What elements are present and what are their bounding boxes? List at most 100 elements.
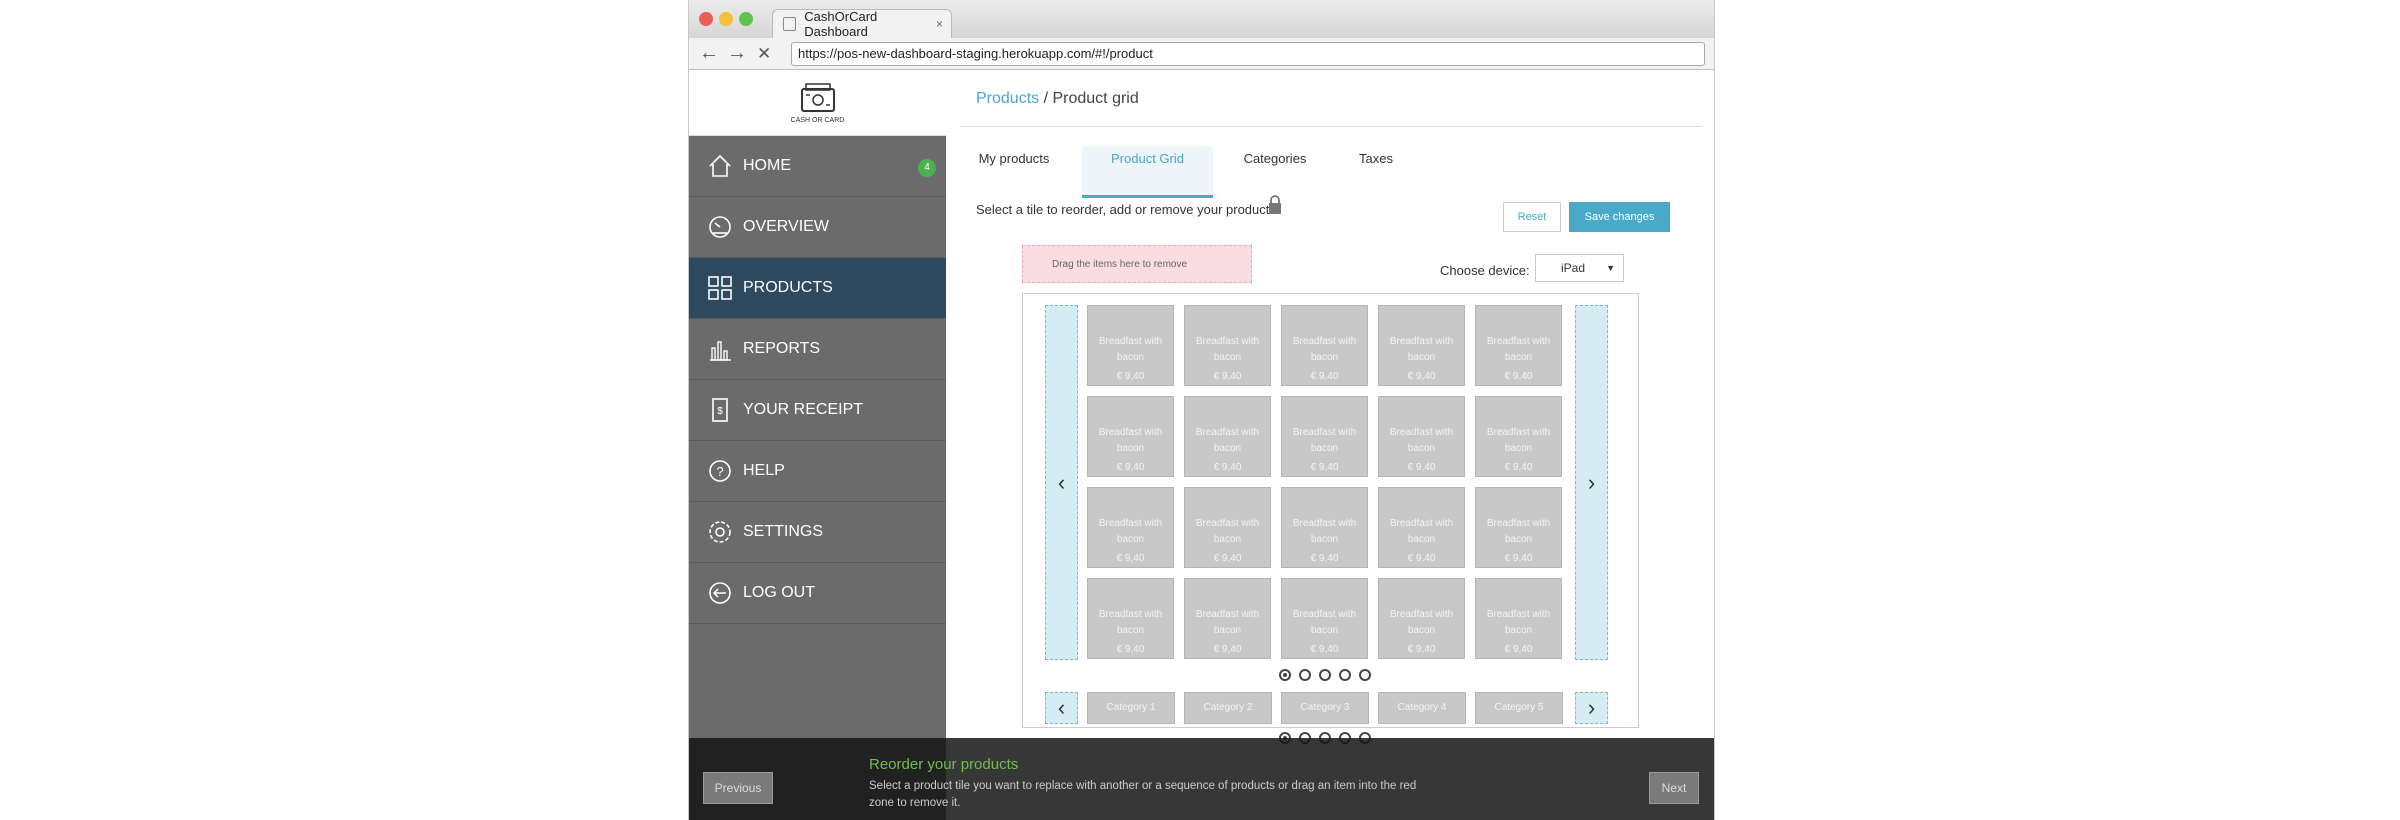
- address-bar-area: ← → ✕ https://pos-new-dashboard-staging.…: [689, 38, 1714, 70]
- close-window-button[interactable]: [699, 12, 713, 26]
- product-tile[interactable]: Breadfast with bacon € 9,40: [1184, 487, 1271, 568]
- product-tile-price: € 9,40: [1310, 644, 1339, 655]
- product-tile-price: € 9,40: [1407, 644, 1436, 655]
- product-tile[interactable]: Breadfast with bacon € 9,40: [1087, 487, 1174, 568]
- reset-button[interactable]: Reset: [1503, 202, 1561, 232]
- minimize-window-button[interactable]: [719, 12, 733, 26]
- tab-my-products[interactable]: My products: [960, 146, 1068, 198]
- product-tile-price: € 9,40: [1213, 644, 1242, 655]
- sidebar-item-label: SETTINGS: [743, 523, 824, 540]
- remove-drop-zone[interactable]: Drag the items here to remove: [1022, 245, 1252, 283]
- home-icon: [707, 153, 733, 179]
- product-tile-name: Breadfast with bacon: [1098, 336, 1163, 363]
- chevron-down-icon: ▼: [1606, 263, 1615, 273]
- product-tile[interactable]: Breadfast with bacon € 9,40: [1475, 305, 1562, 386]
- category-next-button[interactable]: ›: [1575, 692, 1608, 724]
- breadcrumb: Products / Product grid: [976, 90, 1139, 108]
- product-tile[interactable]: Breadfast with bacon € 9,40: [1378, 578, 1465, 659]
- back-arrow-icon[interactable]: ←: [699, 42, 719, 65]
- product-tile[interactable]: Breadfast with bacon € 9,40: [1378, 396, 1465, 477]
- category-tile[interactable]: Category 5: [1475, 692, 1563, 724]
- sidebar-item-label: HOME: [743, 157, 791, 174]
- tab-close-icon[interactable]: ×: [936, 17, 943, 31]
- sidebar-item-your-receipt[interactable]: $ YOUR RECEIPT: [689, 380, 946, 441]
- product-tile-price: € 9,40: [1504, 553, 1533, 564]
- sidebar-item-label: HELP: [743, 462, 785, 479]
- product-tile-name: Breadfast with bacon: [1486, 518, 1551, 545]
- product-tile-name: Breadfast with bacon: [1389, 336, 1454, 363]
- product-tile-price: € 9,40: [1407, 553, 1436, 564]
- product-tile[interactable]: Breadfast with bacon € 9,40: [1281, 487, 1368, 568]
- product-tile-name: Breadfast with bacon: [1195, 427, 1260, 454]
- grid-icon: [707, 275, 733, 301]
- save-changes-button[interactable]: Save changes: [1569, 202, 1670, 232]
- tab-taxes[interactable]: Taxes: [1336, 146, 1416, 198]
- tab-product-grid[interactable]: Product Grid: [1082, 146, 1213, 198]
- pagination-dot[interactable]: [1279, 669, 1291, 681]
- pagination-dot[interactable]: [1299, 669, 1311, 681]
- sidebar-item-home[interactable]: HOME 4: [689, 136, 946, 197]
- product-tile-price: € 9,40: [1213, 553, 1242, 564]
- product-tile-name: Breadfast with bacon: [1195, 336, 1260, 363]
- product-tile[interactable]: Breadfast with bacon € 9,40: [1475, 487, 1562, 568]
- sidebar-item-help[interactable]: ? HELP: [689, 441, 946, 502]
- category-tile[interactable]: Category 4: [1378, 692, 1466, 724]
- product-tile-name: Breadfast with bacon: [1292, 336, 1357, 363]
- product-tile[interactable]: Breadfast with bacon € 9,40: [1281, 305, 1368, 386]
- product-tile[interactable]: Breadfast with bacon € 9,40: [1475, 396, 1562, 477]
- product-tile-name: Breadfast with bacon: [1389, 518, 1454, 545]
- breadcrumb-products-link[interactable]: Products: [976, 90, 1039, 107]
- product-tile-price: € 9,40: [1504, 371, 1533, 382]
- browser-tab[interactable]: CashOrCard Dashboard ×: [772, 9, 952, 39]
- sidebar-item-settings[interactable]: SETTINGS: [689, 502, 946, 563]
- previous-page-drop-zone[interactable]: ‹: [1045, 305, 1078, 660]
- lock-icon[interactable]: [1267, 194, 1283, 221]
- product-tile[interactable]: Breadfast with bacon € 9,40: [1184, 305, 1271, 386]
- category-tile[interactable]: Category 3: [1281, 692, 1369, 724]
- device-select[interactable]: iPad ▼: [1535, 254, 1624, 282]
- tutorial-previous-button[interactable]: Previous: [703, 772, 773, 804]
- zoom-window-button[interactable]: [739, 12, 753, 26]
- product-tile[interactable]: Breadfast with bacon € 9,40: [1281, 578, 1368, 659]
- help-icon: ?: [707, 458, 733, 484]
- category-tile[interactable]: Category 2: [1184, 692, 1272, 724]
- sidebar-item-label: OVERVIEW: [743, 218, 829, 235]
- product-tile-price: € 9,40: [1116, 462, 1145, 473]
- page-icon: [783, 17, 797, 31]
- pagination-dot[interactable]: [1319, 669, 1331, 681]
- sidebar-item-products[interactable]: PRODUCTS: [689, 258, 946, 319]
- product-tile-price: € 9,40: [1407, 462, 1436, 473]
- pagination-dot[interactable]: [1339, 669, 1351, 681]
- product-tile-price: € 9,40: [1504, 644, 1533, 655]
- sidebar-item-reports[interactable]: REPORTS: [689, 319, 946, 380]
- device-select-value: iPad: [1561, 261, 1586, 275]
- product-tile[interactable]: Breadfast with bacon € 9,40: [1087, 578, 1174, 659]
- stop-loading-icon[interactable]: ✕: [757, 44, 771, 64]
- product-tile-name: Breadfast with bacon: [1292, 609, 1357, 636]
- pagination-dot[interactable]: [1359, 669, 1371, 681]
- product-tile[interactable]: Breadfast with bacon € 9,40: [1184, 578, 1271, 659]
- next-page-drop-zone[interactable]: ›: [1575, 305, 1608, 660]
- chevron-left-icon: ‹: [1057, 695, 1066, 720]
- product-tile-price: € 9,40: [1310, 462, 1339, 473]
- sidebar-item-overview[interactable]: OVERVIEW: [689, 197, 946, 258]
- product-tile[interactable]: Breadfast with bacon € 9,40: [1184, 396, 1271, 477]
- product-tile[interactable]: Breadfast with bacon € 9,40: [1281, 396, 1368, 477]
- product-tile[interactable]: Breadfast with bacon € 9,40: [1087, 396, 1174, 477]
- url-input[interactable]: https://pos-new-dashboard-staging.heroku…: [791, 42, 1705, 66]
- product-tile[interactable]: Breadfast with bacon € 9,40: [1378, 305, 1465, 386]
- category-prev-button[interactable]: ‹: [1045, 692, 1078, 724]
- tab-categories[interactable]: Categories: [1221, 146, 1329, 198]
- logo[interactable]: CASH OR CARD: [689, 70, 946, 136]
- chevron-right-icon: ›: [1587, 695, 1596, 720]
- tutorial-next-button[interactable]: Next: [1649, 772, 1699, 804]
- product-tile[interactable]: Breadfast with bacon € 9,40: [1378, 487, 1465, 568]
- product-tile[interactable]: Breadfast with bacon € 9,40: [1475, 578, 1562, 659]
- forward-arrow-icon[interactable]: →: [727, 42, 747, 65]
- chevron-right-icon: ›: [1587, 469, 1596, 495]
- tab-title: CashOrCard Dashboard: [804, 9, 878, 39]
- sidebar-item-log-out[interactable]: LOG OUT: [689, 563, 946, 624]
- product-tile[interactable]: Breadfast with bacon € 9,40: [1087, 305, 1174, 386]
- category-tile[interactable]: Category 1: [1087, 692, 1175, 724]
- product-tile-price: € 9,40: [1310, 371, 1339, 382]
